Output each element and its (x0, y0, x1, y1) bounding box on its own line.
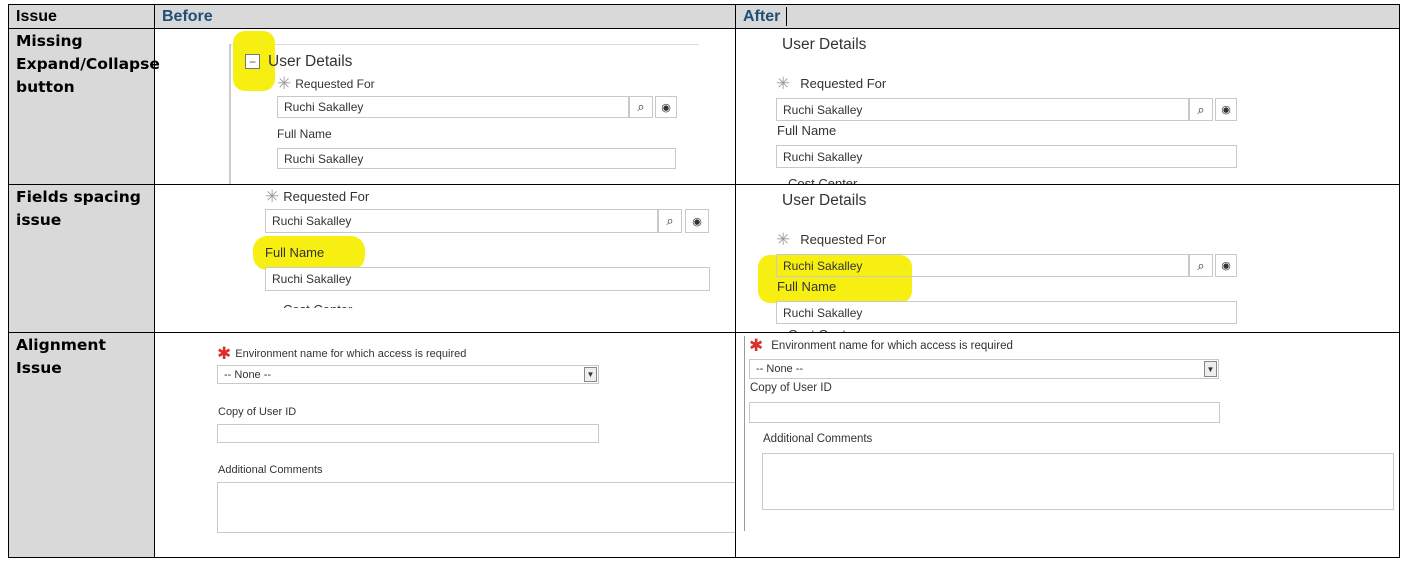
env-select[interactable]: -- None -- ▼ (217, 365, 599, 384)
full-name-input[interactable]: Ruchi Sakalley (277, 148, 676, 169)
eye-icon[interactable]: ◉ (655, 96, 677, 118)
collapse-icon[interactable]: − (245, 54, 260, 69)
requested-for-label: Requested For (295, 77, 375, 91)
env-select-value: -- None -- (224, 368, 272, 381)
required-icon: ✳ (277, 74, 292, 93)
search-icon[interactable]: ⌕ (658, 209, 682, 233)
requested-for-input[interactable]: Ruchi Sakalley (265, 209, 658, 233)
text-cursor (786, 7, 787, 26)
dropdown-arrow-icon[interactable]: ▼ (1204, 361, 1217, 377)
full-name-label: Full Name (777, 279, 837, 294)
copy-user-label: Copy of User ID (750, 382, 832, 394)
issue-row-1: Missing Expand/Collapse button (16, 32, 160, 96)
requested-for-input[interactable]: Ruchi Sakalley (776, 254, 1189, 277)
eye-icon[interactable]: ◉ (1215, 98, 1237, 121)
comments-textarea[interactable] (762, 453, 1394, 510)
requested-for-label: Requested For (800, 232, 887, 247)
requested-for-input[interactable]: Ruchi Sakalley (776, 98, 1189, 121)
issue-column-bg (9, 29, 154, 557)
required-icon: ✱ (749, 336, 764, 355)
dropdown-arrow-icon[interactable]: ▼ (584, 367, 597, 382)
issue-row-2: Fields spacing issue (16, 188, 141, 229)
cost-center-label-cutoff: Cost Center (788, 327, 857, 332)
row1-before-panel: − User Details ✳ Requested For Ruchi Sak… (155, 29, 735, 184)
required-icon: ✳ (776, 229, 791, 249)
header-issue: Issue (16, 8, 57, 25)
full-name-input[interactable]: Ruchi Sakalley (265, 267, 710, 291)
required-icon: ✳ (776, 73, 791, 93)
comments-label: Additional Comments (763, 433, 873, 445)
section-title: User Details (782, 36, 867, 53)
requested-for-input[interactable]: Ruchi Sakalley (277, 96, 629, 118)
env-label: Environment name for which access is req… (771, 340, 1013, 352)
full-name-input[interactable]: Ruchi Sakalley (776, 145, 1237, 168)
env-select-value: -- None -- (756, 363, 804, 375)
copy-user-label: Copy of User ID (218, 406, 297, 418)
env-label: Environment name for which access is req… (235, 348, 467, 360)
search-icon[interactable]: ⌕ (629, 96, 653, 118)
row2-after-panel: User Details ✳ Requested For Ruchi Sakal… (736, 185, 1399, 332)
row3-before-panel: ✱ Environment name for which access is r… (155, 333, 735, 557)
copy-user-input[interactable] (217, 424, 599, 443)
comments-label: Additional Comments (218, 464, 323, 476)
eye-icon[interactable]: ◉ (1215, 254, 1237, 277)
requested-for-label: Requested For (283, 189, 370, 204)
search-icon[interactable]: ⌕ (1189, 254, 1213, 277)
section-title: User Details (782, 192, 867, 209)
eye-icon[interactable]: ◉ (685, 209, 709, 233)
row1-after-panel: User Details ✳ Requested For Ruchi Sakal… (736, 29, 1399, 184)
table-header-row (9, 5, 1399, 29)
search-icon[interactable]: ⌕ (1189, 98, 1213, 121)
requested-for-label: Requested For (800, 76, 887, 91)
issue-row-3: Alignment Issue (16, 336, 106, 377)
required-icon: ✳ (265, 186, 280, 206)
cost-center-label-cutoff: Cost Center (788, 176, 858, 184)
comments-textarea[interactable] (217, 482, 735, 533)
row3-after-panel: ✱ Environment name for which access is r… (736, 333, 1399, 557)
copy-user-input[interactable] (749, 402, 1220, 423)
header-after: After (743, 8, 781, 25)
header-before: Before (162, 8, 213, 25)
full-name-label: Full Name (265, 245, 325, 260)
full-name-label: Full Name (277, 127, 332, 141)
section-title: User Details (268, 53, 353, 70)
full-name-input[interactable]: Ruchi Sakalley (776, 301, 1237, 324)
cost-center-label-cutoff: Cost Center (283, 302, 352, 308)
env-select[interactable]: -- None -- ▼ (749, 359, 1219, 379)
full-name-label: Full Name (777, 123, 837, 138)
row2-before-panel: ✳ Requested For Ruchi Sakalley ⌕ ◉ Full … (155, 185, 735, 308)
required-icon: ✱ (217, 344, 232, 363)
